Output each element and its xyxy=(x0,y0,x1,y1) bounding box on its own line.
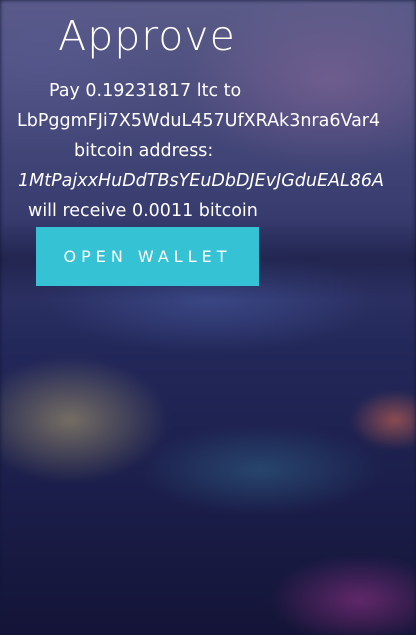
approve-screen: Approve Pay 0.19231817 ltc to LbPggmFJi7… xyxy=(0,0,416,635)
approve-content: Approve Pay 0.19231817 ltc to LbPggmFJi7… xyxy=(0,0,416,635)
btc-address-text: 1MtPajxxHuDdTBsYEuDbDJEvJGduEAL86A xyxy=(18,171,385,191)
page-title: Approve xyxy=(58,12,236,60)
ltc-address-text: LbPggmFJi7X5WduL457UfXRAk3nra6Var4 xyxy=(17,111,381,131)
pay-amount-text: Pay 0.19231817 ltc to xyxy=(49,81,242,101)
receive-amount-text: will receive 0.0011 bitcoin xyxy=(28,201,258,221)
bitcoin-address-label: bitcoin address: xyxy=(74,141,214,161)
open-wallet-button[interactable]: OPEN WALLET xyxy=(36,227,259,286)
